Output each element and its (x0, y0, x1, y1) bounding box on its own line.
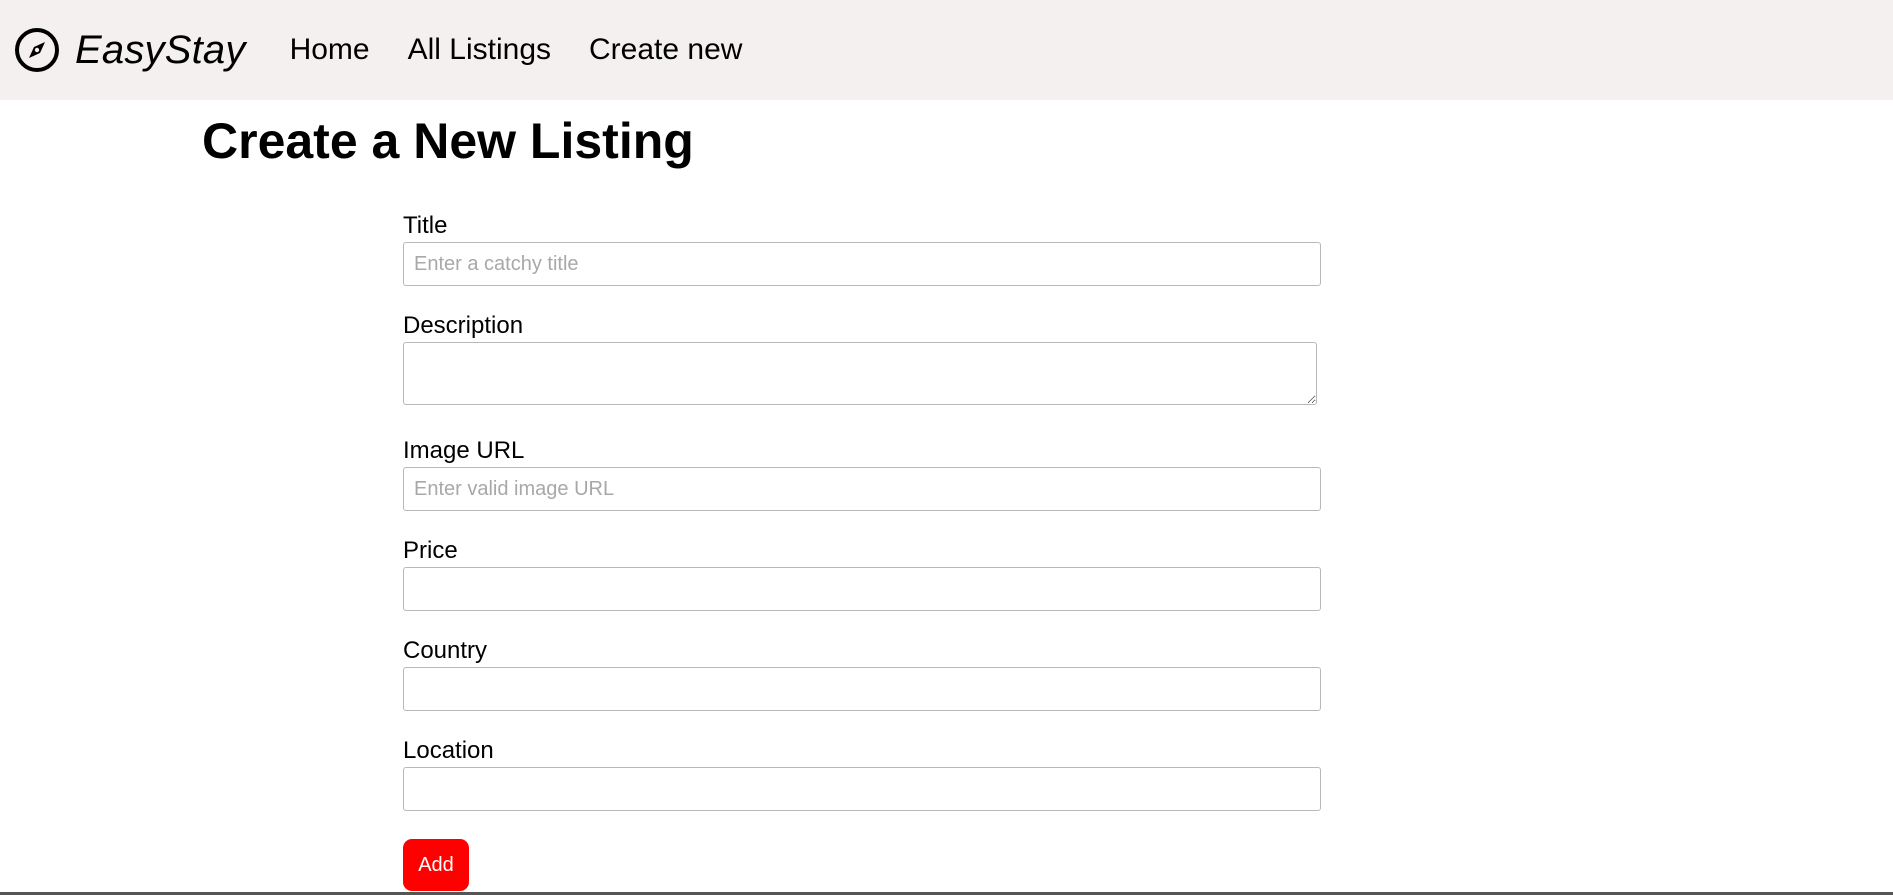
image-url-label: Image URL (403, 437, 525, 464)
brand-logo-link[interactable]: EasyStay (14, 27, 246, 73)
image-url-input[interactable] (403, 467, 1321, 511)
location-input[interactable] (403, 767, 1321, 811)
title-label: Title (403, 212, 448, 239)
location-label: Location (403, 737, 494, 764)
country-input[interactable] (403, 667, 1321, 711)
add-button[interactable]: Add (403, 839, 469, 891)
nav-link-create-new[interactable]: Create new (589, 33, 742, 67)
page-title: Create a New Listing (202, 113, 694, 169)
image-url-field-group: Image URL (403, 437, 1321, 511)
price-input[interactable] (403, 567, 1321, 611)
top-navbar: EasyStay Home All Listings Create new (0, 0, 1893, 100)
description-field-group: Description (403, 312, 1321, 405)
nav-link-home[interactable]: Home (290, 33, 370, 67)
country-label: Country (403, 637, 488, 664)
title-input[interactable] (403, 242, 1321, 286)
brand-name: EasyStay (75, 27, 246, 72)
price-field-group: Price (403, 537, 1321, 611)
location-field-group: Location (403, 737, 1321, 811)
nav-link-all-listings[interactable]: All Listings (408, 33, 551, 67)
compass-icon (14, 27, 60, 73)
price-label: Price (403, 537, 458, 564)
title-field-group: Title (403, 212, 1321, 286)
description-textarea[interactable] (403, 342, 1317, 405)
nav-links: Home All Listings Create new (290, 33, 781, 67)
country-field-group: Country (403, 637, 1321, 711)
description-label: Description (403, 312, 524, 339)
